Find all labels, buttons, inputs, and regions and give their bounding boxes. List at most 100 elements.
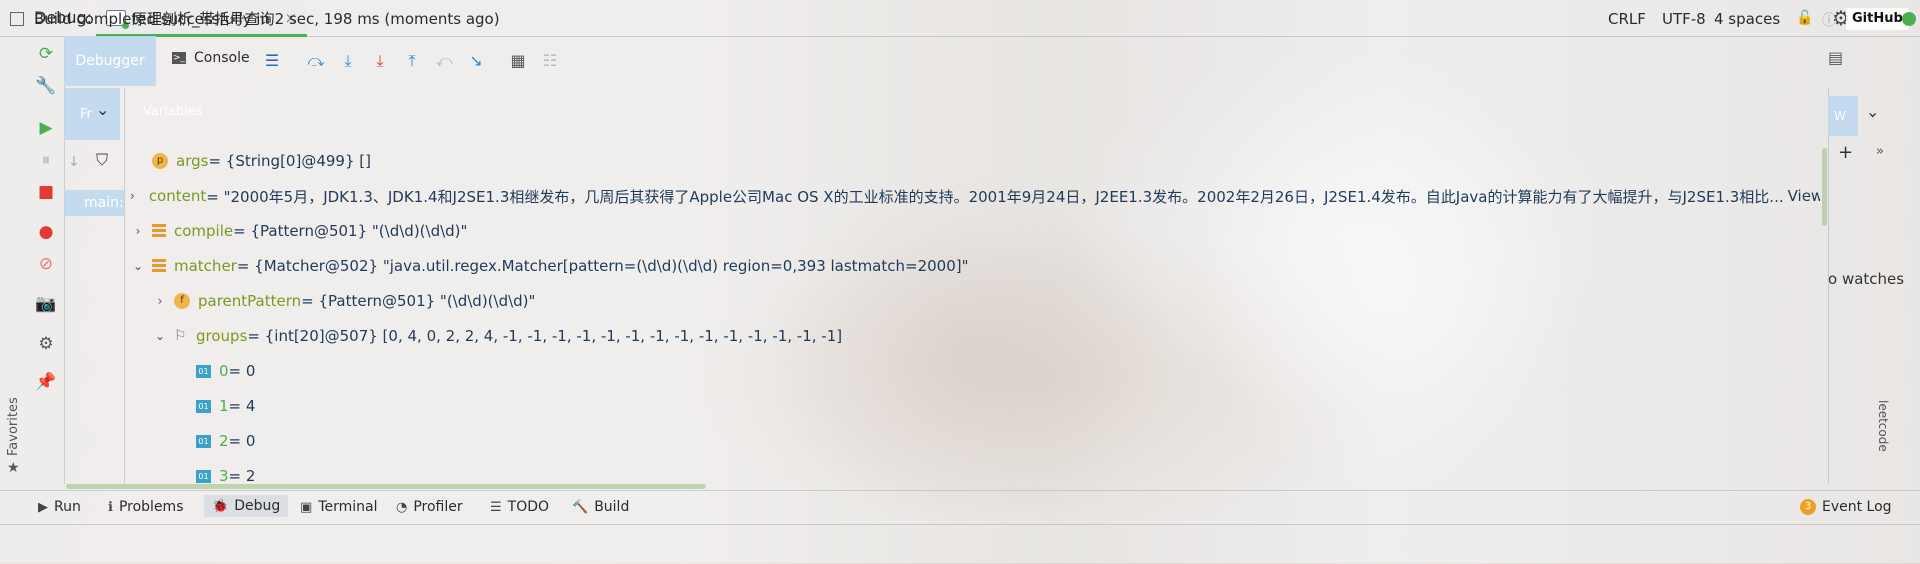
resume-icon[interactable]: ▶: [34, 116, 58, 140]
variable-name: 0: [219, 362, 229, 380]
variable-row[interactable]: p args = {String[0]@499} []: [130, 146, 371, 176]
watches-tab[interactable]: W: [1828, 96, 1858, 136]
field-f-icon: f: [174, 293, 190, 309]
info-icon[interactable]: ⓘ: [1822, 10, 1836, 30]
primitive-int-icon: 01: [196, 434, 211, 448]
star-icon: ★: [7, 460, 20, 476]
settings-icon[interactable]: ⚙: [34, 332, 58, 356]
variable-name: groups: [196, 327, 248, 345]
variable-row[interactable]: › compile = {Pattern@501} "(\d\d)(\d\d)": [130, 216, 468, 246]
chevron-down-icon[interactable]: ⌄: [96, 100, 109, 119]
tool-problems[interactable]: ℹ Problems: [108, 499, 183, 515]
add-watch-icon[interactable]: +: [1838, 142, 1853, 163]
show-execution-point-icon[interactable]: ☰: [260, 49, 284, 73]
tab-console[interactable]: >_ Console: [172, 50, 250, 66]
collapse-chevron-icon[interactable]: ⌄: [130, 259, 146, 273]
favorites-strip[interactable]: Favorites ★: [0, 380, 28, 484]
variable-row[interactable]: ⌄ ⚐ groups = {int[20]@507} [0, 4, 0, 2, 2,…: [152, 321, 842, 351]
tool-run[interactable]: ▶ Run: [38, 499, 81, 515]
github-badge[interactable]: GitHub: [1846, 8, 1909, 30]
indent-setting[interactable]: 4 spaces: [1714, 10, 1780, 28]
variable-value: = 4: [228, 397, 256, 415]
event-count-badge: 3: [1800, 499, 1816, 515]
profiler-icon: ◔: [396, 499, 408, 515]
vertical-scrollbar[interactable]: [1822, 148, 1827, 226]
favorites-label: Favorites: [6, 397, 21, 456]
run-to-cursor-icon[interactable]: ↘: [464, 49, 488, 73]
rerun-icon[interactable]: ⟳: [34, 42, 58, 66]
lock-icon[interactable]: 🔓: [1796, 10, 1813, 26]
variable-name: 2: [219, 432, 229, 450]
trace-icon[interactable]: ☷: [538, 49, 562, 73]
tool-build-label: Build: [594, 499, 630, 515]
wrench-icon[interactable]: 🔧: [34, 74, 58, 98]
evaluate-expression-icon[interactable]: ▦: [506, 49, 530, 73]
status-bar: [0, 524, 1920, 564]
variable-value: = "2000年5月，JDK1.3、JDK1.4和J2SE1.3相继发布，几周后…: [206, 187, 1784, 206]
tool-todo[interactable]: ☰ TODO: [490, 499, 549, 515]
tool-terminal[interactable]: ▣ Terminal: [300, 499, 377, 515]
variable-row[interactable]: › content = "2000年5月，JDK1.3、JDK1.4和J2SE1.…: [130, 181, 1820, 211]
drop-frame-icon[interactable]: ⤺: [432, 49, 456, 73]
file-encoding[interactable]: UTF-8: [1662, 10, 1706, 28]
chevron-down-icon[interactable]: ⌄: [1866, 102, 1879, 121]
more-icon[interactable]: »: [1876, 144, 1884, 159]
collapse-chevron-icon[interactable]: ⌄: [152, 329, 168, 343]
tool-profiler[interactable]: ◔ Profiler: [396, 499, 463, 515]
variable-row[interactable]: › f parentPattern = {Pattern@501} "(\d\d)(…: [152, 286, 536, 316]
layout-settings-icon[interactable]: ▤: [1828, 48, 1843, 67]
view-link[interactable]: View: [1788, 187, 1820, 205]
pause-icon[interactable]: ⏸: [34, 148, 58, 172]
force-step-into-icon[interactable]: ⤓: [368, 49, 392, 73]
frames-tab[interactable]: Fr: [64, 88, 120, 140]
variable-row[interactable]: ⌄ matcher = {Matcher@502} "java.util.rege…: [130, 251, 969, 281]
view-breakpoints-icon[interactable]: ●: [34, 220, 58, 244]
expand-chevron-icon[interactable]: ›: [130, 224, 146, 238]
thread-main[interactable]: main:: [64, 190, 124, 216]
mute-breakpoints-icon[interactable]: ⊘: [34, 252, 58, 276]
scroll-thumb[interactable]: [66, 484, 706, 489]
expand-chevron-icon[interactable]: ›: [152, 294, 168, 308]
status-message[interactable]: Build completed successfully in 2 sec, 1…: [34, 10, 500, 28]
tab-debugger[interactable]: Debugger: [64, 36, 156, 86]
tool-debug[interactable]: 🐞 Debug: [204, 495, 289, 517]
variable-value: = 0: [228, 362, 256, 380]
tool-problems-label: Problems: [118, 499, 184, 515]
divider: [124, 88, 125, 484]
frames-tab-label: Fr: [80, 106, 92, 122]
variable-value: = {Matcher@502} "java.util.regex.Matcher…: [236, 257, 969, 275]
step-over-icon[interactable]: ⤼: [304, 49, 328, 73]
todo-icon: ☰: [490, 499, 502, 515]
local-variable-icon: [152, 224, 166, 238]
event-log[interactable]: 3 Event Log: [1800, 499, 1892, 515]
tool-build[interactable]: 🔨 Build: [572, 499, 629, 515]
variable-row[interactable]: 01 2 = 0: [174, 426, 255, 456]
variable-name: 1: [219, 397, 229, 415]
stop-icon[interactable]: ■: [34, 180, 58, 204]
variable-row[interactable]: 01 0 = 0: [174, 356, 255, 386]
frame-down-icon[interactable]: ↓: [68, 154, 80, 170]
tab-console-label: Console: [194, 50, 250, 66]
event-log-label: Event Log: [1822, 499, 1892, 515]
pin-icon[interactable]: 📌: [34, 370, 58, 394]
tool-profiler-label: Profiler: [413, 499, 463, 515]
watches-tab-label: W: [1834, 109, 1846, 123]
variables-header: Variables: [143, 104, 203, 119]
variable-name: 3: [219, 467, 229, 485]
tool-todo-label: TODO: [507, 499, 550, 515]
debugger-toolbar: Debugger >_ Console ☰ ⤼ ⤓ ⤓ ⤒ ⤺ ↘ ▦ ☷ ▤: [64, 36, 1920, 86]
line-separator[interactable]: CRLF: [1608, 10, 1646, 28]
tool-debug-label: Debug: [234, 498, 281, 514]
step-into-icon[interactable]: ⤓: [336, 49, 360, 73]
camera-icon[interactable]: 📷: [34, 292, 58, 316]
variable-row[interactable]: 01 1 = 4: [174, 391, 255, 421]
variable-value: = {Pattern@501} "(\d\d)(\d\d)": [233, 222, 468, 240]
status-toggle-icon[interactable]: [10, 12, 24, 26]
filter-icon[interactable]: ⛉: [96, 150, 108, 170]
expand-chevron-icon[interactable]: ›: [130, 189, 135, 203]
variable-name: parentPattern: [198, 292, 302, 310]
local-variable-icon: [152, 259, 166, 273]
status-dot-icon: [1902, 12, 1916, 26]
variable-value: = {int[20]@507} [0, 4, 0, 2, 2, 4, -1, -…: [247, 327, 843, 345]
step-out-icon[interactable]: ⤒: [400, 49, 424, 73]
